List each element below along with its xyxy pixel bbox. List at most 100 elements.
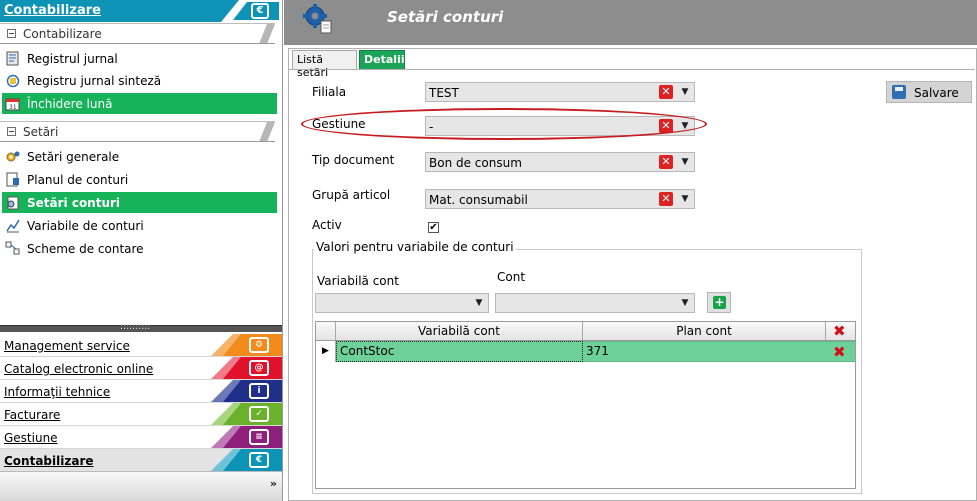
calendar-close-icon: 31 bbox=[5, 98, 20, 111]
sidebar-item-label: Registru jurnal sinteză bbox=[27, 74, 162, 88]
tip-document-label: Tip document bbox=[312, 153, 395, 167]
inventory-icon: ≡ bbox=[249, 429, 269, 445]
sidebar-item-registru-jurnal-sinteza[interactable]: Registru jurnal sinteză bbox=[2, 70, 277, 91]
variabila-cont-label: Variabilă cont bbox=[317, 274, 399, 288]
dropdown-arrow-icon[interactable]: ▼ bbox=[472, 295, 486, 311]
sidebar-item-label: Planul de conturi bbox=[27, 173, 129, 187]
tab-detalii[interactable]: Detalii* bbox=[359, 50, 410, 69]
svg-text:31: 31 bbox=[9, 104, 17, 111]
floppy-disk-icon bbox=[892, 85, 906, 99]
module-facturare[interactable]: Facturare ✓ bbox=[0, 403, 282, 426]
plus-icon: + bbox=[713, 295, 726, 309]
module-catalog-electronic-online[interactable]: Catalog electronic online @ bbox=[0, 357, 282, 380]
module-informatii-tehnice[interactable]: Informaţii tehnice i bbox=[0, 380, 282, 403]
sidebar-module-header[interactable]: Contabilizare € bbox=[0, 0, 282, 22]
collapse-icon bbox=[7, 127, 16, 136]
groupbox-title: Valori pentru variabile de conturi bbox=[314, 240, 516, 254]
cont-label: Cont bbox=[497, 270, 526, 284]
sidebar-item-inchidere-luna[interactable]: 31 Închidere lună bbox=[2, 93, 277, 114]
section-label: Setări bbox=[23, 125, 59, 139]
dropdown-arrow-icon[interactable]: ▼ bbox=[677, 154, 693, 170]
module-label: Contabilizare bbox=[4, 454, 94, 468]
accounts-grid: Variabilă cont Plan cont ✖ ▶ ContStoc 37… bbox=[315, 321, 856, 489]
car-service-icon: ⚙ bbox=[249, 337, 269, 353]
journal-synthesis-icon bbox=[6, 74, 20, 88]
sidebar-item-planul-de-conturi[interactable]: Planul de conturi bbox=[2, 169, 277, 190]
cont-combo[interactable]: ▼ bbox=[495, 293, 695, 313]
filiala-combo[interactable]: TEST ✕ ▼ bbox=[425, 82, 695, 102]
filiala-label: Filiala bbox=[312, 85, 347, 99]
grid-header-variabila-cont[interactable]: Variabilă cont bbox=[336, 322, 583, 341]
tip-document-combo[interactable]: Bon de consum ✕ ▼ bbox=[425, 152, 695, 172]
save-button-label: Salvare bbox=[914, 86, 959, 100]
tip-document-value: Bon de consum bbox=[429, 156, 522, 170]
collapse-icon bbox=[7, 29, 16, 38]
sidebar-item-label: Setări generale bbox=[27, 150, 120, 164]
sidebar-item-label: Setări conturi bbox=[27, 196, 121, 210]
grupa-articol-label: Grupă articol bbox=[312, 188, 391, 202]
sidebar-item-variabile-de-conturi[interactable]: Variabile de conturi bbox=[2, 215, 277, 236]
clear-icon[interactable]: ✕ bbox=[659, 192, 673, 206]
expand-chevron-icon[interactable]: » bbox=[270, 477, 277, 490]
tab-lista-setari[interactable]: Listă setări bbox=[292, 50, 357, 79]
header-tab-decoration: € bbox=[221, 0, 282, 22]
sidebar-item-registrul-jurnal[interactable]: Registrul jurnal bbox=[2, 48, 277, 69]
module-management-service[interactable]: Management service ⚙ bbox=[0, 334, 282, 357]
variabila-cont-combo[interactable]: ▼ bbox=[315, 293, 489, 313]
module-label: Gestiune bbox=[4, 431, 58, 445]
module-label: Facturare bbox=[4, 408, 61, 422]
table-row[interactable]: ▶ ContStoc 371 ✖ bbox=[316, 341, 855, 362]
check-mark-icon: ✔ bbox=[429, 222, 438, 233]
activ-checkbox[interactable]: ✔ bbox=[428, 222, 439, 233]
sidebar-item-scheme-de-contare[interactable]: Scheme de contare bbox=[2, 238, 277, 259]
cell-variabila-cont[interactable]: ContStoc bbox=[336, 341, 583, 362]
sidebar-footer: » bbox=[0, 471, 282, 501]
dropdown-arrow-icon[interactable]: ▼ bbox=[677, 191, 693, 207]
delete-all-icon[interactable]: ✖ bbox=[833, 324, 846, 339]
row-pointer-icon: ▶ bbox=[316, 341, 336, 362]
clear-icon[interactable]: ✕ bbox=[659, 85, 673, 99]
module-label: Catalog electronic online bbox=[4, 362, 154, 376]
grupa-articol-combo[interactable]: Mat. consumabil ✕ ▼ bbox=[425, 189, 695, 209]
grid-header: Variabilă cont Plan cont ✖ bbox=[316, 322, 855, 341]
grid-header-plan-cont[interactable]: Plan cont bbox=[583, 322, 826, 341]
sidebar-splitter[interactable]: :::::::::: bbox=[0, 322, 282, 332]
module-contabilizare[interactable]: Contabilizare € bbox=[0, 449, 282, 472]
module-label: Informaţii tehnice bbox=[4, 385, 111, 399]
sidebar-item-label: Închidere lună bbox=[27, 97, 113, 111]
clear-icon[interactable]: ✕ bbox=[659, 155, 673, 169]
section-setari[interactable]: Setări bbox=[0, 121, 275, 141]
page-title: Setări conturi bbox=[387, 8, 504, 26]
sidebar-item-setari-generale[interactable]: Setări generale bbox=[2, 146, 277, 167]
module-gestiune[interactable]: Gestiune ≡ bbox=[0, 426, 282, 449]
sidebar-item-label: Registrul jurnal bbox=[27, 52, 118, 66]
cell-plan-cont[interactable]: 371 bbox=[583, 341, 826, 362]
settings-gear-icon bbox=[303, 4, 332, 34]
accounting-module-icon: € bbox=[251, 3, 269, 19]
sidebar-item-label: Variabile de conturi bbox=[27, 219, 144, 233]
chart-of-accounts-icon bbox=[6, 172, 19, 187]
accounting-icon: € bbox=[249, 452, 269, 468]
sidebar-header-label: Contabilizare bbox=[4, 3, 101, 18]
delete-row-icon[interactable]: ✖ bbox=[833, 345, 846, 360]
save-button[interactable]: Salvare bbox=[886, 81, 972, 103]
online-catalog-icon: @ bbox=[249, 360, 269, 376]
technical-info-icon: i bbox=[249, 383, 269, 399]
section-label: Contabilizare bbox=[23, 27, 102, 41]
activ-label: Activ bbox=[312, 218, 342, 232]
grid-header-selector bbox=[316, 322, 336, 341]
annotation-highlight-ellipse bbox=[301, 108, 707, 140]
dropdown-arrow-icon[interactable]: ▼ bbox=[678, 295, 692, 311]
delete-cell: ✖ bbox=[826, 341, 855, 362]
filiala-value: TEST bbox=[429, 86, 459, 100]
account-settings-icon bbox=[7, 196, 19, 210]
dropdown-arrow-icon[interactable]: ▼ bbox=[677, 84, 693, 100]
accounting-schemes-icon bbox=[5, 241, 20, 255]
journal-icon bbox=[6, 51, 19, 66]
sidebar-item-setari-conturi[interactable]: Setări conturi bbox=[2, 192, 277, 213]
sidebar: Contabilizare € Contabilizare Registrul … bbox=[0, 0, 283, 501]
add-row-button[interactable]: + bbox=[707, 292, 731, 313]
splitter-grip: :::::::::: bbox=[120, 322, 151, 332]
invoice-icon: ✓ bbox=[249, 406, 269, 422]
section-contabilizare[interactable]: Contabilizare bbox=[0, 23, 275, 43]
